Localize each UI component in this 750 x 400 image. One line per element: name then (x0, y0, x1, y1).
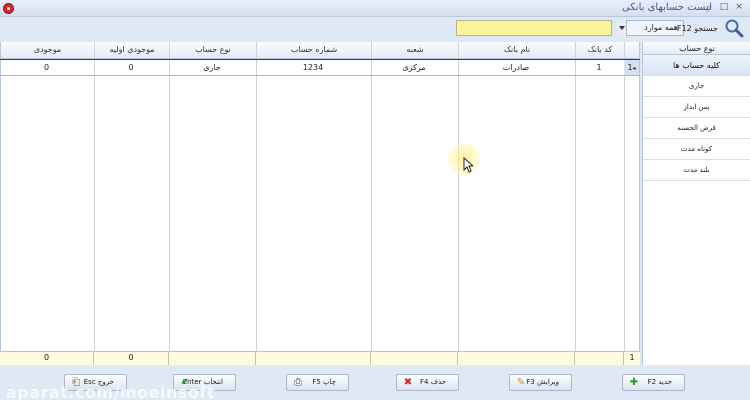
footer-initial-balance-total: 0 (128, 353, 134, 362)
search-icon[interactable] (724, 18, 744, 38)
cell-initial-balance: 0 (128, 63, 134, 72)
title-bar: لیست حسابهای بانکی – □ × (0, 0, 750, 17)
chevron-down-icon[interactable] (617, 20, 627, 36)
account-type-sidebar: نوع حساب کلیه حساب ها جاری پس انداز قرض … (642, 42, 750, 365)
row-divider (0, 59, 640, 60)
search-scope-select[interactable]: همه موارد (617, 20, 684, 36)
plus-icon: ✚ (629, 377, 639, 388)
cell-branch: مرکزی (402, 63, 426, 72)
column-header-bank-name[interactable]: نام بانک (459, 42, 575, 59)
search-toolbar: همه موارد جستجو F12 (0, 17, 750, 42)
column-header-bank-code[interactable]: کد بانک (576, 42, 624, 59)
new-button[interactable]: جدید F2 ✚ (622, 374, 685, 391)
accounts-grid[interactable]: کد بانک نام بانک شعبه شماره حساب نوع حسا… (0, 42, 640, 365)
footer-row-count: 1 (629, 353, 635, 362)
cell-bank-name: صادرات (502, 63, 530, 72)
sidebar-header: نوع حساب (643, 42, 750, 55)
sidebar-item-short-term[interactable]: کوتاه مدت (643, 139, 750, 160)
mouse-cursor-icon (463, 157, 473, 173)
row-divider (0, 75, 640, 76)
cell-account-type: جاری (203, 63, 221, 72)
column-header-initial-balance[interactable]: موجودی اولیه (95, 42, 169, 59)
search-label: جستجو F12 (676, 24, 718, 33)
printer-icon: ⎙ (294, 377, 302, 388)
app-icon[interactable] (3, 3, 14, 14)
column-header-balance[interactable]: موجودی (1, 42, 94, 59)
sidebar-item-savings[interactable]: پس انداز (643, 97, 750, 118)
delete-button[interactable]: حذف F4 ✖ (396, 374, 459, 391)
footer-balance-total: 0 (43, 353, 50, 362)
pencil-icon: ✎ (516, 377, 526, 388)
delete-icon: ✖ (403, 377, 413, 388)
sidebar-item-interest-free[interactable]: قرض الحسنه (643, 118, 750, 139)
cell-account-number: 1234 (302, 63, 324, 72)
column-header-branch[interactable]: شعبه (372, 42, 458, 59)
minimize-button[interactable]: – (704, 2, 714, 13)
search-input[interactable] (456, 20, 612, 36)
edit-button[interactable]: ویرایش F3 ✎ (509, 374, 572, 391)
window-title: لیست حسابهای بانکی (621, 2, 712, 13)
column-header-account-number[interactable]: شماره حساب (257, 42, 371, 59)
watermark: aparat.com/moeinsoft (6, 383, 215, 400)
maximize-button[interactable]: □ (719, 2, 729, 13)
sidebar-item-current[interactable]: جاری (643, 76, 750, 97)
row-indicator[interactable]: 1◂ (624, 60, 640, 75)
sidebar-item-long-term[interactable]: بلند مدت (643, 160, 750, 181)
cell-balance: 0 (43, 63, 50, 72)
cell-bank-code: 1 (596, 63, 602, 72)
column-header-account-type[interactable]: نوع حساب (170, 42, 256, 59)
sidebar-item-all-accounts[interactable]: کلیه حساب ها (643, 55, 750, 76)
close-button[interactable]: × (734, 2, 744, 13)
print-button[interactable]: چاپ F5 ⎙ (286, 374, 349, 391)
